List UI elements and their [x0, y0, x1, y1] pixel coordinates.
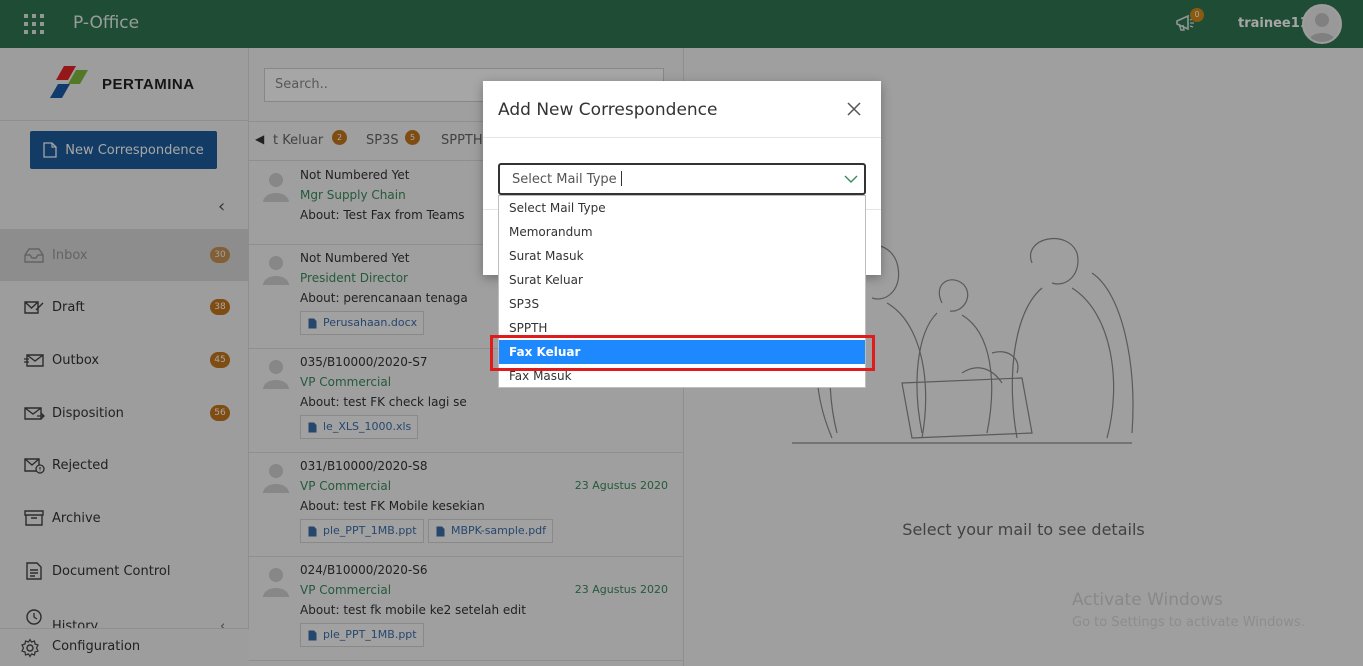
dialog-title: Add New Correspondence — [498, 100, 718, 120]
annotation-highlight — [490, 335, 875, 371]
dialog-divider — [483, 137, 881, 138]
option-sp3s[interactable]: SP3S — [499, 292, 865, 316]
mail-type-select[interactable]: Select Mail Type — [498, 163, 866, 195]
option-memorandum[interactable]: Memorandum — [499, 220, 865, 244]
close-icon[interactable] — [846, 101, 862, 117]
option-surat-keluar[interactable]: Surat Keluar — [499, 268, 865, 292]
chevron-down-icon — [844, 175, 858, 183]
select-placeholder: Select Mail Type — [512, 172, 617, 187]
option-surat-masuk[interactable]: Surat Masuk — [499, 244, 865, 268]
option-select-mail-type[interactable]: Select Mail Type — [499, 196, 865, 220]
